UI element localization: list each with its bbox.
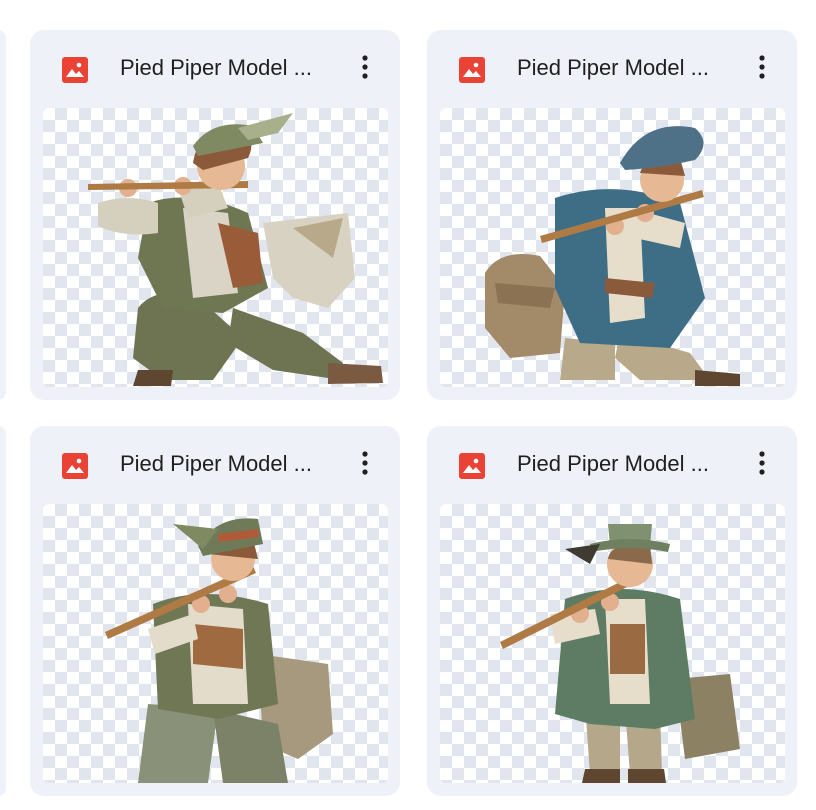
partial-file-card-left-bottom[interactable] [0, 426, 6, 796]
pied-piper-figure-running [88, 113, 383, 386]
image-file-icon [459, 453, 485, 479]
file-card-header: Pied Piper Model ... [30, 426, 400, 504]
file-card[interactable]: Pied Piper Model ... [427, 426, 797, 796]
file-card[interactable]: Pied Piper Model ... [30, 426, 400, 796]
image-thumbnail[interactable] [43, 108, 388, 387]
file-card[interactable]: Pied Piper Model ... [30, 30, 400, 400]
file-card-header: Pied Piper Model ... [427, 30, 797, 108]
image-file-icon [62, 453, 88, 479]
file-card-header: Pied Piper Model ... [30, 30, 400, 108]
more-actions-button[interactable] [348, 446, 382, 480]
image-thumbnail[interactable] [440, 504, 785, 783]
image-file-icon [62, 57, 88, 83]
more-actions-button[interactable] [745, 50, 779, 84]
more-vertical-icon [362, 55, 368, 79]
file-name[interactable]: Pied Piper Model ... [517, 449, 732, 479]
more-actions-button[interactable] [348, 50, 382, 84]
image-thumbnail[interactable] [440, 108, 785, 387]
image-thumbnail[interactable] [43, 504, 388, 783]
file-name[interactable]: Pied Piper Model ... [120, 53, 335, 83]
pied-piper-figure-with-bag [485, 126, 740, 386]
more-vertical-icon [759, 55, 765, 79]
more-actions-button[interactable] [745, 446, 779, 480]
file-card-header: Pied Piper Model ... [427, 426, 797, 504]
file-card[interactable]: Pied Piper Model ... [427, 30, 797, 400]
image-file-icon [459, 57, 485, 83]
file-name[interactable]: Pied Piper Model ... [517, 53, 732, 83]
partial-file-card-left-top[interactable] [0, 30, 6, 400]
pied-piper-figure-dancing [105, 518, 333, 783]
more-vertical-icon [759, 451, 765, 475]
pied-piper-figure-standing [500, 524, 740, 783]
file-name[interactable]: Pied Piper Model ... [120, 449, 335, 479]
more-vertical-icon [362, 451, 368, 475]
